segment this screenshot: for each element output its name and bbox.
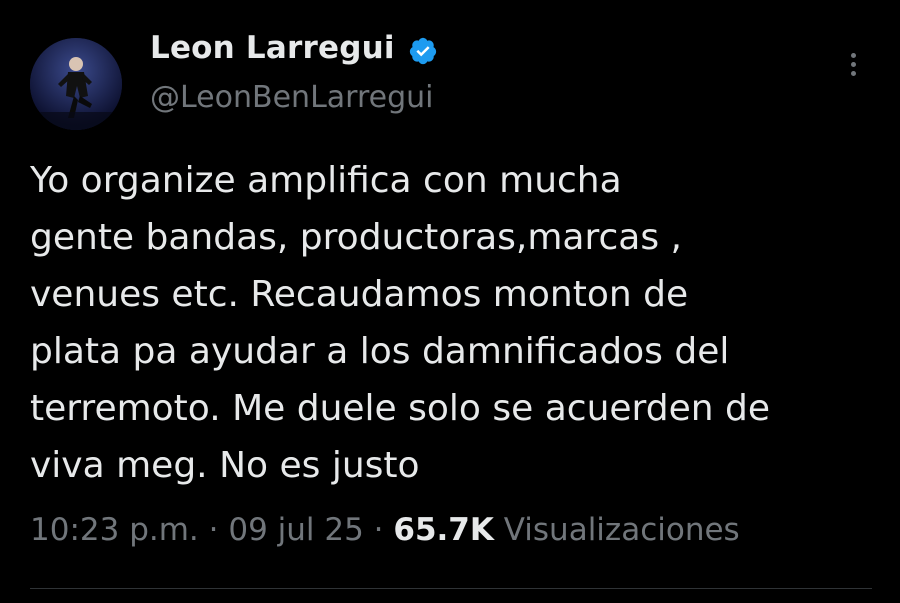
tweet-text-line: gente bandas, productoras,marcas , <box>30 217 682 258</box>
tweet-text: Yo organize amplifica con mucha gente ban… <box>30 152 880 494</box>
tweet-text-line: Yo organize amplifica con mucha <box>30 160 622 201</box>
views-count[interactable]: 65.7K <box>393 512 494 548</box>
views-label[interactable]: Visualizaciones <box>504 512 740 548</box>
meta-separator: · <box>363 512 394 548</box>
tweet-card: Leon Larregui @LeonBenLarregui Yo organi… <box>0 0 900 603</box>
avatar-photo <box>30 38 122 130</box>
author-handle[interactable]: @LeonBenLarregui <box>150 80 434 115</box>
avatar[interactable] <box>30 38 122 130</box>
tweet-meta: 10:23 p.m. · 09 jul 25 · 65.7K Visualiza… <box>30 512 740 548</box>
meta-separator: · <box>198 512 229 548</box>
divider <box>30 588 872 589</box>
more-options-icon[interactable] <box>840 50 866 90</box>
author-display-name[interactable]: Leon Larregui <box>150 30 395 66</box>
tweet-text-line: viva meg. No es justo <box>30 445 420 486</box>
tweet-time[interactable]: 10:23 p.m. <box>30 512 199 548</box>
tweet-text-line: plata pa ayudar a los damnificados del <box>30 331 730 372</box>
tweet-date[interactable]: 09 jul 25 <box>228 512 363 548</box>
verified-badge-icon <box>409 37 437 65</box>
tweet-text-line: venues etc. Recaudamos monton de <box>30 274 689 315</box>
tweet-text-line: terremoto. Me duele solo se acuerden de <box>30 388 770 429</box>
